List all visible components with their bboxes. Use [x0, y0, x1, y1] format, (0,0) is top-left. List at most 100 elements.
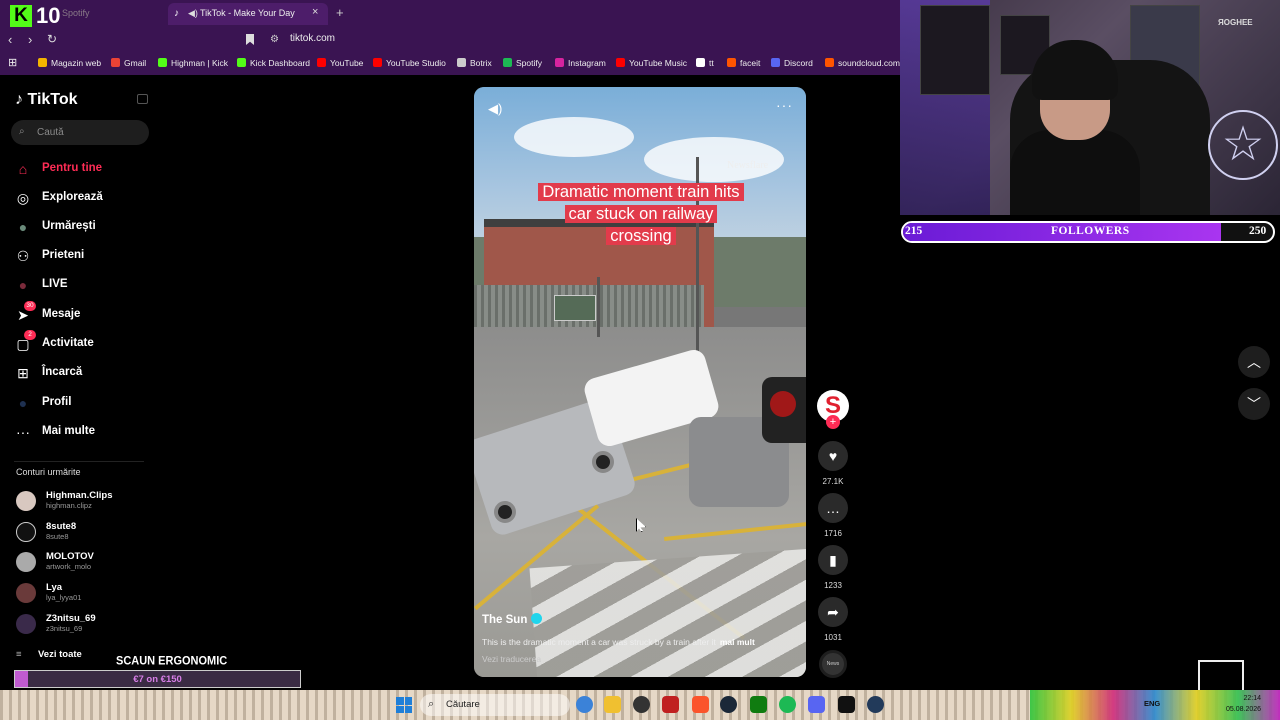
following-account[interactable]: Z3nitsu_69 z3nitsu_69: [16, 612, 156, 640]
bookmark-item[interactable]: Gmail: [111, 58, 146, 68]
webcam-overlay: ЯOGHEE ☆: [900, 0, 1280, 215]
bookmark-item[interactable]: YouTube: [317, 58, 363, 68]
start-tile: [404, 705, 412, 713]
bookmark-label: faceit: [740, 58, 761, 68]
following-account[interactable]: MOLOTOV artwork_molo: [16, 550, 156, 578]
see-all-button[interactable]: ≡ Vezi toate: [16, 649, 82, 660]
back-icon[interactable]: ‹: [8, 32, 12, 47]
new-tab-button[interactable]: +: [336, 5, 344, 20]
steam-app-icon[interactable]: [720, 696, 737, 713]
video-more-menu[interactable]: ···: [776, 97, 793, 113]
video-app-icon[interactable]: [662, 696, 679, 713]
donation-goal-bar: €7 on €150: [14, 670, 301, 688]
steam2-app-icon[interactable]: [867, 696, 884, 713]
see-translation-link[interactable]: Vezi traducerea: [482, 654, 541, 664]
apps-grid-icon[interactable]: ⊞: [8, 56, 17, 69]
taskbar-clock[interactable]: 22:14 05.08.2026: [1226, 693, 1261, 715]
nav-messages[interactable]: ➤ 30 Mesaje: [14, 301, 154, 325]
nav-live[interactable]: ● LIVE: [14, 275, 154, 295]
bookmark-item[interactable]: tt: [696, 58, 714, 68]
avatar: [16, 614, 36, 634]
bookmark-item[interactable]: Spotify: [503, 58, 542, 68]
tab-audio-icon[interactable]: ◀): [188, 8, 198, 19]
bookmark-label: Kick Dashboard: [250, 58, 311, 68]
spotify-app-icon[interactable]: [779, 696, 796, 713]
bookmark-label: YouTube Music: [629, 58, 687, 68]
nav-upload[interactable]: ⊞ Încarcă: [14, 363, 154, 383]
url-text[interactable]: tiktok.com: [290, 33, 335, 44]
account-name: MOLOTOV: [46, 551, 94, 562]
previous-video-button[interactable]: ︿: [1238, 346, 1270, 378]
bookmark-item[interactable]: Instagram: [555, 58, 606, 68]
volume-icon[interactable]: ◀): [488, 101, 502, 117]
cam-person-body: [1010, 130, 1140, 215]
next-video-button[interactable]: ﹀: [1238, 388, 1270, 420]
obs-app-icon[interactable]: [633, 696, 650, 713]
share-button[interactable]: ➦: [818, 597, 848, 627]
bookmark-item[interactable]: YouTube Studio: [373, 58, 446, 68]
xbox-app-icon[interactable]: [750, 696, 767, 713]
bookmark-item[interactable]: YouTube Music: [616, 58, 687, 68]
site-info-icon[interactable]: ⚙: [270, 34, 279, 45]
like-button[interactable]: ♥: [818, 441, 848, 471]
tab-tiktok[interactable]: ♪ ◀) TikTok - Make Your Day ×: [168, 3, 328, 25]
verified-icon: [531, 613, 543, 624]
following-account[interactable]: Lya lya_lyya01: [16, 581, 156, 609]
account-handle: z3nitsu_69: [46, 624, 83, 633]
nav-profile[interactable]: ● Profil: [14, 393, 154, 413]
nav-more[interactable]: ··· Mai multe: [14, 422, 154, 442]
nav-friends[interactable]: ⚇ Prieteni: [14, 246, 154, 266]
nav-following[interactable]: ● Urmărești: [14, 217, 154, 237]
video-author[interactable]: The Sun: [482, 613, 543, 626]
video-player[interactable]: Newsflare Dramatic moment train hits car…: [474, 87, 806, 677]
collapse-sidebar-icon[interactable]: [137, 94, 148, 104]
brave-app-icon[interactable]: [692, 696, 709, 713]
following-account[interactable]: Highman.Clips highman.clipz: [16, 489, 156, 517]
bookmark-label: Spotify: [516, 58, 542, 68]
nav-for-you[interactable]: ⌂ Pentru tine: [14, 159, 154, 179]
discord-app-icon[interactable]: [808, 696, 825, 713]
tab-spotify[interactable]: Spotify: [62, 8, 90, 18]
bookmark-item[interactable]: Discord: [771, 58, 813, 68]
bookmark-item[interactable]: Kick Dashboard: [237, 58, 310, 68]
bookmark-item[interactable]: Highman | Kick: [158, 58, 228, 68]
capcut-app-icon[interactable]: [838, 696, 855, 713]
search-input[interactable]: [37, 124, 137, 141]
comment-button[interactable]: …: [818, 493, 848, 523]
forward-icon[interactable]: ›: [28, 32, 32, 47]
description-more-link[interactable]: mai mult: [720, 637, 755, 647]
search-box[interactable]: ⌕: [11, 120, 149, 145]
browser-tab-bar: K 10 Spotify ♪ ◀) TikTok - Make Your Day…: [0, 0, 900, 28]
save-count: 1233: [824, 581, 842, 590]
bookmark-item[interactable]: soundcloud.com/: [825, 58, 902, 68]
avatar: [16, 583, 36, 603]
account-name: Z3nitsu_69: [46, 613, 96, 624]
share-count: 1031: [824, 633, 842, 642]
nav-label: Prieteni: [42, 249, 85, 261]
bookmark-icon[interactable]: [246, 34, 254, 45]
tab-close-icon[interactable]: ×: [312, 6, 318, 18]
video-cloud: [514, 117, 634, 157]
nav-activity[interactable]: ▢ 2 Activitate: [14, 330, 154, 354]
chrome-app-icon[interactable]: [576, 696, 593, 713]
follower-count: 215: [905, 225, 923, 237]
files-app-icon[interactable]: [604, 696, 621, 713]
reload-icon[interactable]: ↻: [47, 32, 57, 46]
taskbar-search[interactable]: ⌕ Căutare: [420, 694, 570, 716]
nav-explore[interactable]: ◎ Explorează: [14, 188, 154, 208]
tiktok-logo[interactable]: ♪ TikTok: [15, 91, 78, 109]
bookmark-item[interactable]: Magazin web: [38, 58, 101, 68]
bookmark-item[interactable]: Botrix: [457, 58, 492, 68]
windows-start-icon[interactable]: [396, 697, 412, 713]
music-disc[interactable]: News: [819, 650, 847, 678]
follow-plus-icon[interactable]: +: [826, 415, 840, 429]
cam-poster-text: ЯOGHEE: [1218, 18, 1253, 27]
following-account[interactable]: 8sute8 8sute8: [16, 520, 156, 548]
see-all-label: Vezi toate: [38, 649, 82, 660]
bookmark-favicon-icon: [696, 58, 705, 67]
bookmark-favicon-icon: [111, 58, 120, 67]
bookmark-favicon-icon: [158, 58, 167, 67]
language-indicator[interactable]: ENG: [1144, 699, 1160, 708]
save-button[interactable]: ▮: [818, 545, 848, 575]
bookmark-item[interactable]: faceit: [727, 58, 760, 68]
